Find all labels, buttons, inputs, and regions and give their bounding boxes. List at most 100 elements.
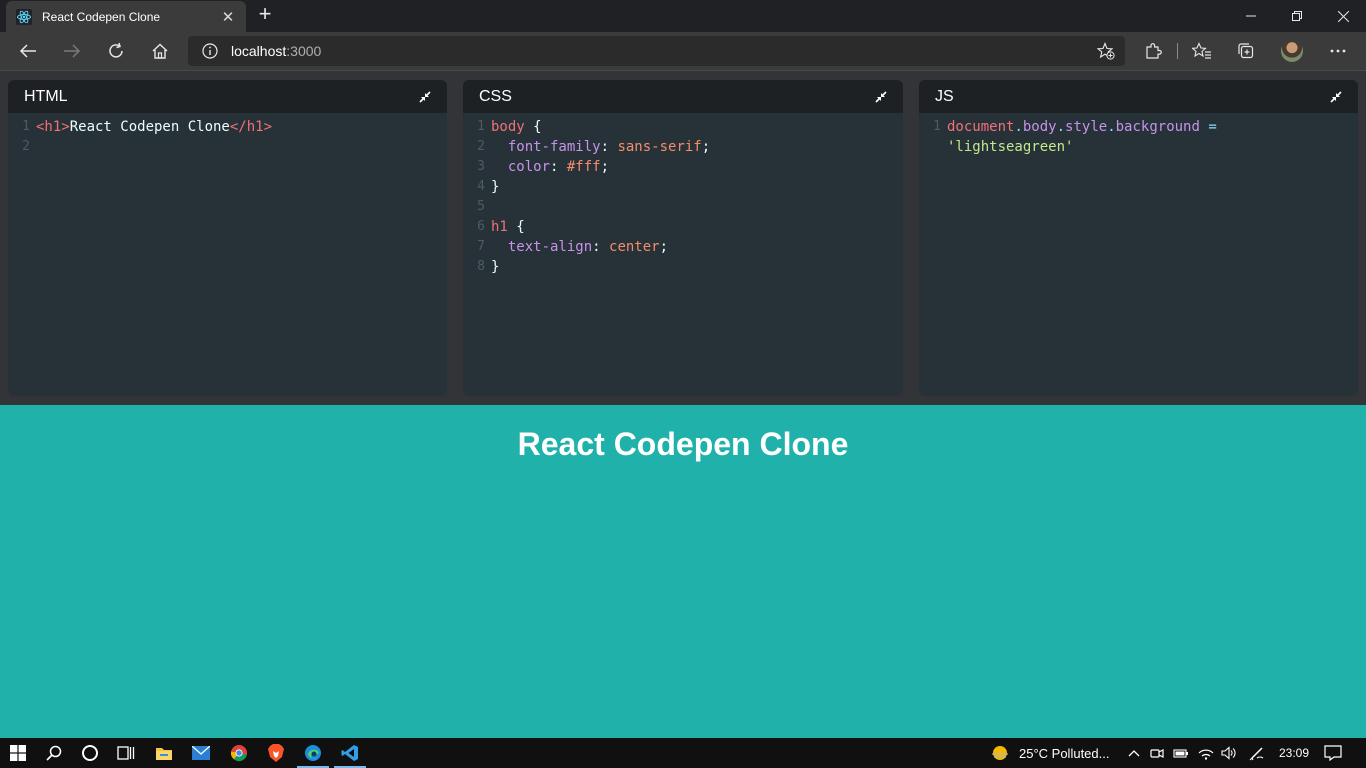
chrome-button[interactable] (221, 738, 257, 768)
url-host: localhost (231, 43, 287, 59)
speaker-icon (1221, 746, 1236, 760)
collapse-editor-button[interactable] (1326, 87, 1346, 107)
editor-title: HTML (24, 87, 68, 105)
code-token: ; (701, 139, 711, 155)
line-number-wrap (919, 137, 947, 157)
close-window-button[interactable] (1320, 0, 1366, 32)
forward-button[interactable] (56, 36, 88, 66)
code-token: . (1014, 119, 1023, 135)
battery-indicator[interactable] (1171, 738, 1191, 768)
address-bar[interactable]: localhost:3000 (188, 36, 1125, 66)
favorites-button[interactable] (1186, 36, 1218, 66)
code-line: 1 <h1> React Codepen Clone </h1> (8, 117, 447, 137)
editor-pane: HTML 1 <h1> React Codepen Clone </h1> 2 CS… (0, 71, 1366, 405)
code-token: color (507, 159, 551, 175)
html-editor: HTML 1 <h1> React Codepen Clone </h1> 2 (8, 80, 447, 396)
search-button[interactable] (36, 738, 72, 768)
code-token: body (1022, 119, 1057, 135)
mail-button[interactable] (183, 738, 219, 768)
start-button[interactable] (0, 738, 36, 768)
toolbar-divider (1177, 43, 1178, 59)
show-hidden-icons-button[interactable] (1124, 738, 1144, 768)
line-number: 1 (22, 119, 30, 134)
code-token: style (1065, 119, 1108, 135)
settings-more-button[interactable] (1322, 36, 1354, 66)
minimize-button[interactable] (1228, 0, 1274, 32)
compress-icon (419, 90, 431, 103)
brave-button[interactable] (258, 738, 294, 768)
browser-tab[interactable]: React Codepen Clone ✕ (6, 1, 246, 32)
restore-button[interactable] (1274, 0, 1320, 32)
profile-button[interactable] (1276, 36, 1308, 66)
notifications-button[interactable] (1318, 738, 1348, 768)
browser-tab-bar: React Codepen Clone ✕ + (0, 0, 1366, 32)
code-area[interactable]: 1 <h1> React Codepen Clone </h1> 2 (8, 113, 447, 157)
weather-text[interactable]: 25°C Polluted... (1019, 746, 1109, 761)
task-view-button[interactable] (108, 738, 144, 768)
url-port: :3000 (286, 43, 322, 59)
code-area[interactable]: 1 document. body. style. background = 'ligh… (919, 113, 1358, 157)
code-line: 3 color: #fff; (463, 157, 903, 177)
file-explorer-button[interactable] (146, 738, 182, 768)
volume-indicator[interactable] (1219, 738, 1239, 768)
edge-button[interactable] (295, 738, 331, 768)
js-editor: JS 1 document. body. style. background = 'l… (919, 80, 1358, 396)
editor-title: CSS (479, 87, 512, 105)
windows-taskbar: 25°C Polluted... 23:09 (0, 738, 1366, 768)
code-line: 4 } (463, 177, 903, 197)
home-button[interactable] (144, 36, 176, 66)
code-token: 'lightseagreen' (947, 139, 1074, 155)
back-button[interactable] (12, 36, 44, 66)
code-token: { (524, 119, 542, 135)
line-number: 6 (477, 219, 485, 234)
cortana-button[interactable] (72, 738, 108, 768)
code-token: : (592, 239, 610, 255)
home-icon (152, 43, 168, 59)
code-token: background (1115, 119, 1200, 135)
pen-icon (1249, 747, 1264, 761)
code-line: 6 h1 { (463, 217, 903, 237)
tab-title: React Codepen Clone (42, 9, 161, 24)
code-token: sans-serif (617, 139, 702, 155)
code-token: ; (600, 159, 610, 175)
minimize-icon (1246, 15, 1256, 17)
code-token: = (1199, 119, 1217, 135)
preview-frame: React Codepen Clone (0, 405, 1366, 738)
collapse-editor-button[interactable] (871, 87, 891, 107)
clock[interactable]: 23:09 (1272, 746, 1316, 760)
mail-icon (192, 746, 210, 760)
editor-title-bar: CSS (463, 80, 903, 113)
add-favorite-button[interactable] (1096, 42, 1115, 65)
vscode-button[interactable] (332, 738, 368, 768)
network-indicator[interactable] (1196, 738, 1216, 768)
refresh-icon (109, 42, 123, 58)
code-token: . (1107, 119, 1116, 135)
site-info-icon[interactable] (202, 43, 218, 59)
weather-sun-haze-icon (992, 746, 1008, 760)
new-tab-button[interactable]: + (254, 3, 276, 26)
code-line: 7 text-align: center; (463, 237, 903, 257)
code-token: : (550, 159, 567, 175)
chrome-icon (230, 745, 247, 762)
code-token: #fff (566, 159, 601, 175)
meet-now-button[interactable] (1147, 738, 1167, 768)
editor-title: JS (935, 87, 954, 105)
pen-workspace-button[interactable] (1247, 738, 1267, 768)
refresh-button[interactable] (100, 36, 132, 66)
line-number: 1 (477, 119, 485, 134)
task-view-icon (117, 746, 135, 760)
code-line: 2 font-family: sans-serif; (463, 137, 903, 157)
extensions-button[interactable] (1137, 36, 1169, 66)
vscode-icon (341, 745, 358, 761)
code-token: </h1> (229, 119, 273, 135)
weather-widget[interactable] (982, 738, 1018, 768)
code-token: <h1> (36, 119, 70, 135)
close-tab-icon[interactable]: ✕ (220, 8, 236, 26)
collapse-editor-button[interactable] (415, 87, 435, 107)
code-token: . (1056, 119, 1066, 135)
collections-button[interactable] (1230, 36, 1262, 66)
line-number: 2 (22, 139, 30, 154)
code-area[interactable]: 1 body { 2 font-family: sans-serif; 3 co… (463, 113, 903, 277)
star-add-icon (1096, 42, 1115, 60)
editor-title-bar: JS (919, 80, 1358, 113)
